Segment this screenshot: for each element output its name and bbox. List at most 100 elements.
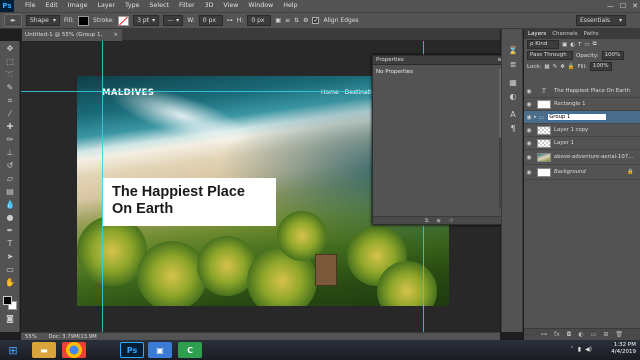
clock[interactable]: 1:32 PM 4/4/2019 xyxy=(611,342,636,356)
menu-file[interactable]: File xyxy=(20,0,41,12)
crop-tool-icon[interactable]: ⌗ xyxy=(3,95,17,106)
path-select-tool-icon[interactable]: ➤ xyxy=(3,251,17,262)
type-tool-icon[interactable]: T xyxy=(3,238,17,249)
layer-row[interactable]: ◉ T The Happiest Place On Earth xyxy=(524,85,640,98)
file-explorer-icon[interactable]: ▬ xyxy=(32,342,56,358)
filter-type-icon[interactable]: T xyxy=(578,42,581,48)
eye-icon[interactable]: ◉ xyxy=(524,101,534,108)
path-operations-icon[interactable]: ▣ xyxy=(275,17,281,24)
filter-adjust-icon[interactable]: ◐ xyxy=(570,42,575,48)
filter-pixel-icon[interactable]: ▣ xyxy=(562,42,567,48)
blend-mode-dropdown[interactable]: Pass Through xyxy=(527,51,573,60)
tab-paths[interactable]: Paths xyxy=(584,31,599,37)
mode-dropdown[interactable]: Shape ▾ xyxy=(26,15,60,26)
layer-row[interactable]: ◉ Rectangle 1 xyxy=(524,98,640,111)
eye-icon[interactable]: ◉ xyxy=(524,154,534,161)
lasso-tool-icon[interactable]: ➰ xyxy=(3,69,17,80)
minimize-icon[interactable]: — xyxy=(607,2,614,10)
rectangle-tool-icon[interactable]: ▭ xyxy=(3,264,17,275)
close-tab-icon[interactable]: × xyxy=(113,29,118,41)
eye-icon[interactable]: ◉ xyxy=(524,140,534,147)
folder-icon[interactable]: ▭ xyxy=(591,331,597,338)
properties-panel-icon[interactable]: ≣ xyxy=(506,59,520,70)
layer-row[interactable]: ◉ Background 🔒 xyxy=(524,165,640,180)
opacity-field[interactable]: 100% xyxy=(601,51,624,60)
lock-pixels-icon[interactable]: ▦ xyxy=(544,64,549,70)
layer-name-input[interactable]: Group 1 xyxy=(547,113,608,121)
menu-layer[interactable]: Layer xyxy=(92,0,120,12)
menu-edit[interactable]: Edit xyxy=(41,0,63,12)
brush-tool-icon[interactable]: ✏ xyxy=(3,134,17,145)
swatches-panel-icon[interactable]: ▦ xyxy=(506,77,520,88)
eye-icon[interactable]: ◉ xyxy=(524,114,534,121)
history-brush-tool-icon[interactable]: ↺ xyxy=(3,160,17,171)
menu-view[interactable]: View xyxy=(218,0,243,12)
quick-select-tool-icon[interactable]: ✎ xyxy=(3,82,17,93)
layer-row-selected[interactable]: ◉ ▸ ▭ Group 1 xyxy=(524,111,640,124)
move-tool-icon[interactable]: ✥ xyxy=(3,43,17,54)
network-icon[interactable]: ▮ xyxy=(578,346,581,353)
foreground-color-swatch[interactable] xyxy=(3,296,12,305)
marquee-tool-icon[interactable]: ⬚ xyxy=(3,56,17,67)
workspace-dropdown[interactable]: Essentials ▾ xyxy=(576,15,626,26)
filter-shape-icon[interactable]: ▭ xyxy=(584,42,589,48)
tab-layers[interactable]: Layers xyxy=(528,31,546,37)
explorer-window-icon[interactable]: ▣ xyxy=(148,342,172,358)
menu-help[interactable]: Help xyxy=(278,0,302,12)
fill-field[interactable]: 100% xyxy=(589,62,612,71)
windows-start-icon[interactable]: ⊞ xyxy=(3,342,23,358)
mask-icon[interactable]: ◘ xyxy=(567,331,572,338)
close-icon[interactable]: ✕ xyxy=(632,2,638,10)
eyedropper-tool-icon[interactable]: ⁄ xyxy=(3,108,17,119)
height-field[interactable]: 0 px xyxy=(247,15,272,26)
pen-tool-preset-icon[interactable]: ✒ xyxy=(4,14,22,27)
layer-row[interactable]: ◉ above-adventure-aerial-107... xyxy=(524,150,640,165)
pen-tool-icon[interactable]: ✒ xyxy=(3,225,17,236)
menu-image[interactable]: Image xyxy=(63,0,93,12)
hand-tool-icon[interactable]: ✋ xyxy=(3,277,17,288)
align-edges-checkbox[interactable]: ✓ xyxy=(312,17,320,24)
link-icon[interactable]: ⊶ xyxy=(541,331,547,338)
lock-paint-icon[interactable]: ✎ xyxy=(553,64,558,70)
menu-window[interactable]: Window xyxy=(243,0,278,12)
paragraph-panel-icon[interactable]: ¶ xyxy=(506,123,520,134)
character-panel-icon[interactable]: A xyxy=(506,109,520,120)
new-layer-icon[interactable]: ⊞ xyxy=(603,331,608,338)
color-swatches[interactable] xyxy=(3,296,17,310)
chrome-icon[interactable] xyxy=(62,342,86,358)
path-arrange-icon[interactable]: ⇅ xyxy=(294,17,299,24)
link-icon[interactable]: ⊶ xyxy=(227,17,233,24)
clip-icon[interactable]: ⧉ xyxy=(425,217,429,224)
healing-brush-tool-icon[interactable]: ✚ xyxy=(3,121,17,132)
quick-mask-icon[interactable]: ◙ xyxy=(3,313,17,324)
vertical-guide[interactable] xyxy=(102,41,103,332)
maximize-icon[interactable]: ☐ xyxy=(620,2,626,10)
properties-header[interactable]: Properties ≡ xyxy=(373,56,505,65)
eraser-tool-icon[interactable]: ▱ xyxy=(3,173,17,184)
adjustments-panel-icon[interactable]: ◐ xyxy=(506,91,520,102)
lock-position-icon[interactable]: ✥ xyxy=(560,64,565,70)
stroke-type-dropdown[interactable]: — ▾ xyxy=(163,15,184,26)
eye-icon[interactable]: ◉ xyxy=(524,169,534,176)
menu-type[interactable]: Type xyxy=(120,0,144,12)
trash-icon[interactable]: 🗑 xyxy=(615,331,623,338)
menu-3d[interactable]: 3D xyxy=(200,0,219,12)
filter-smart-icon[interactable]: ⧉ xyxy=(593,41,597,48)
tab-channels[interactable]: Channels xyxy=(552,31,577,37)
gradient-tool-icon[interactable]: ▤ xyxy=(3,186,17,197)
eye-icon[interactable]: ◉ xyxy=(524,127,534,134)
clone-stamp-tool-icon[interactable]: ⊥ xyxy=(3,147,17,158)
volume-icon[interactable]: ◀) xyxy=(585,346,592,353)
lock-all-icon[interactable]: 🔒 xyxy=(568,64,575,70)
blur-tool-icon[interactable]: 💧 xyxy=(3,199,17,210)
fill-swatch[interactable] xyxy=(78,15,90,26)
photoshop-taskbar-icon[interactable]: Ps xyxy=(120,342,144,358)
stroke-width-field[interactable]: 3 pt ▾ xyxy=(133,15,160,26)
document-tab[interactable]: Untitled-1 @ 55% (Group 1, RGB/8) * × xyxy=(22,29,122,50)
reset-icon[interactable]: ↺ xyxy=(449,217,453,224)
fx-icon[interactable]: fx xyxy=(554,331,560,338)
camtasia-icon[interactable]: C xyxy=(178,342,202,358)
menu-select[interactable]: Select xyxy=(145,0,174,12)
expand-arrow-icon[interactable]: ▸ xyxy=(534,114,537,120)
layer-row[interactable]: ◉ Layer 1 copy xyxy=(524,124,640,137)
